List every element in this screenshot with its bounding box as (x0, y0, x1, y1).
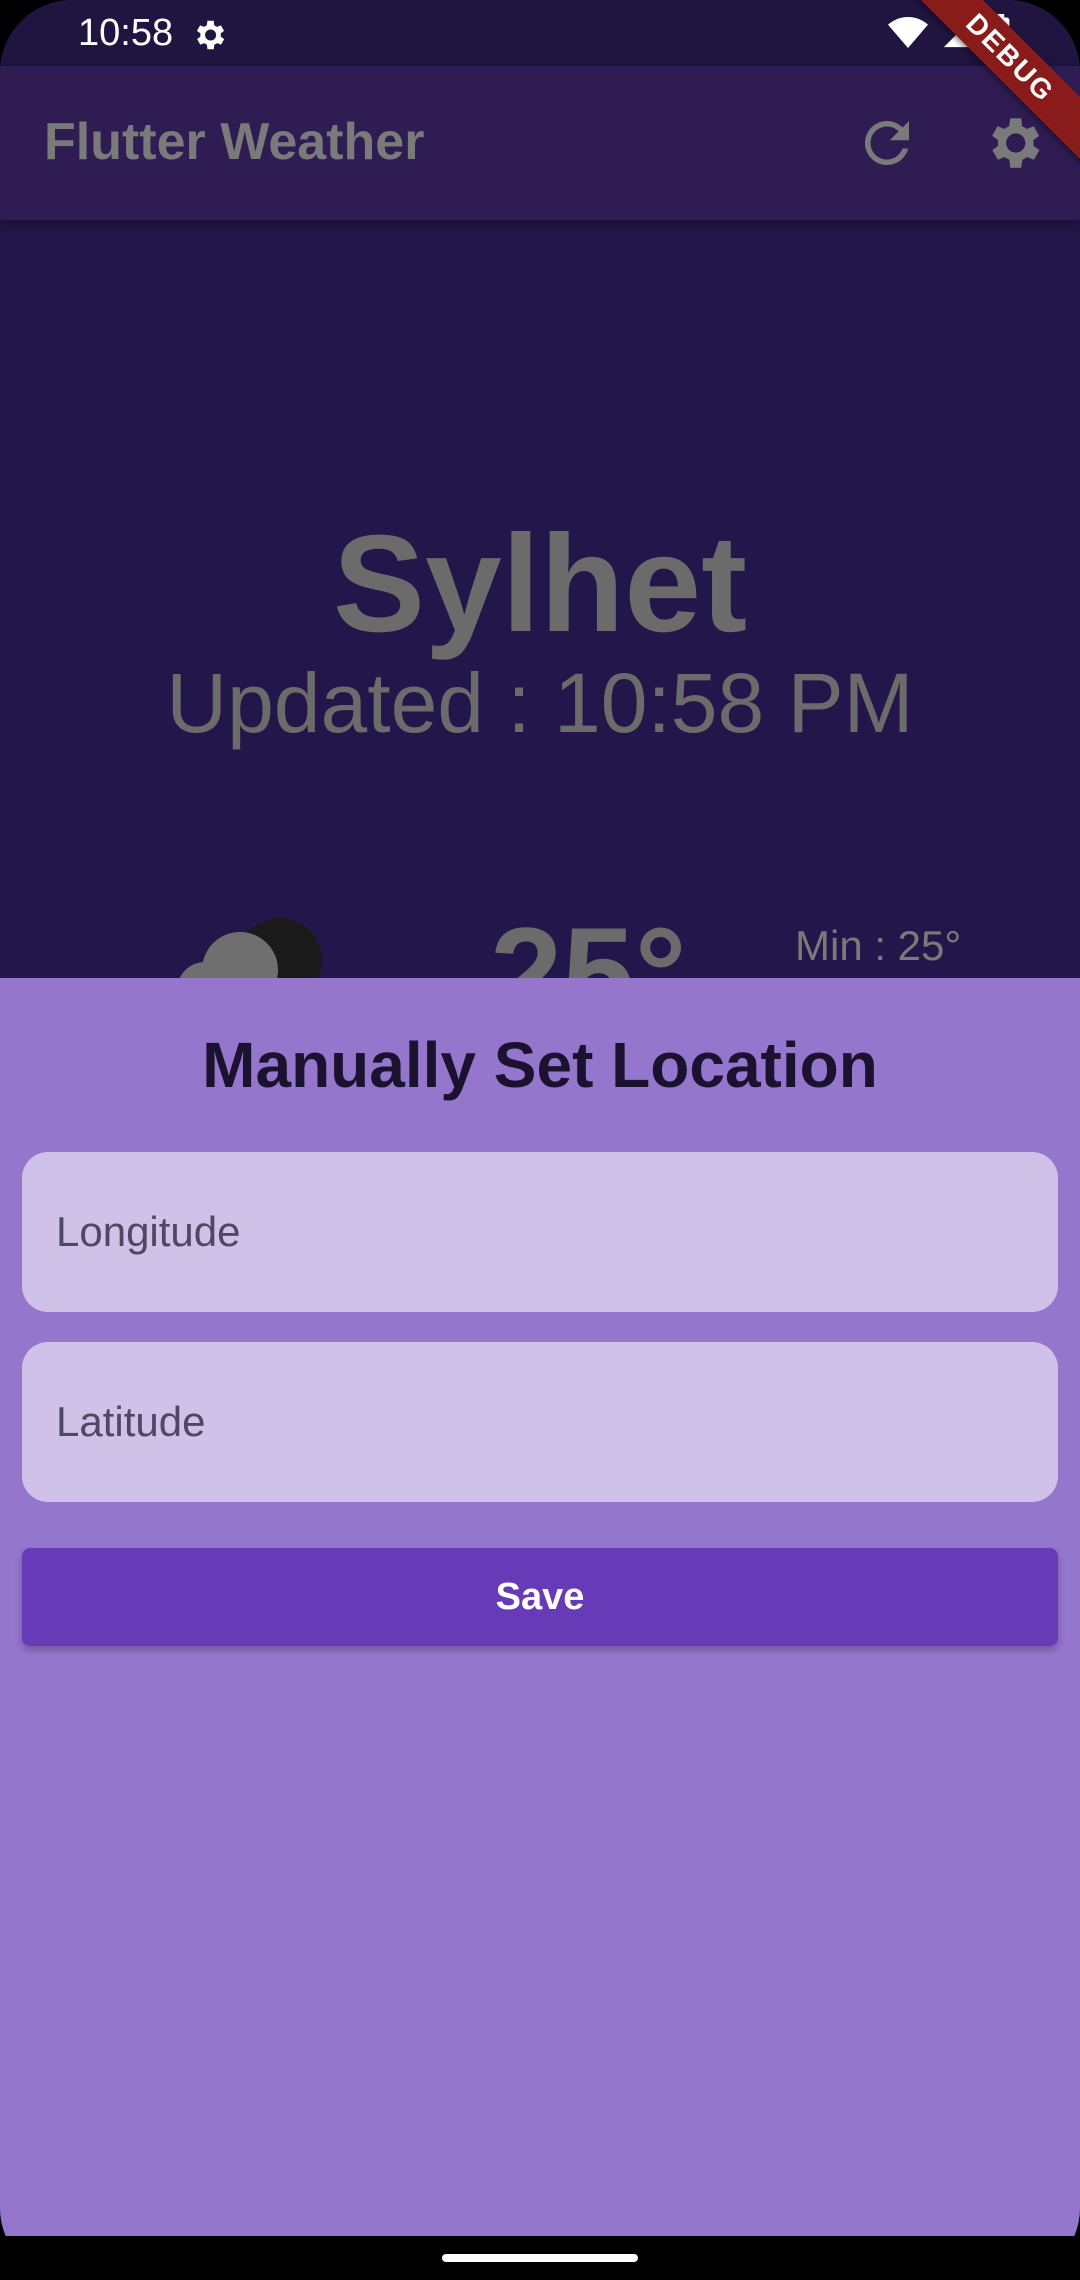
settings-icon (196, 20, 225, 50)
settings-icon[interactable] (980, 110, 1046, 176)
latitude-input[interactable] (22, 1342, 1058, 1502)
save-button[interactable]: Save (22, 1548, 1058, 1646)
sheet-title: Manually Set Location (202, 1029, 878, 1101)
updated-time: Updated : 10:58 PM (166, 656, 914, 750)
latitude-field[interactable] (22, 1342, 1058, 1502)
navigation-bar (0, 2236, 1080, 2280)
city-name: Sylhet (332, 507, 748, 661)
longitude-field[interactable] (22, 1152, 1058, 1312)
longitude-input[interactable] (22, 1152, 1058, 1312)
app-title: Flutter Weather (44, 113, 425, 171)
wifi-icon (888, 17, 928, 48)
app-bar: Flutter Weather (0, 66, 1080, 220)
location-sheet: Manually Set Location Save (0, 978, 1080, 2236)
home-gesture-handle[interactable] (442, 2254, 638, 2262)
status-time: 10:58 (78, 12, 174, 54)
refresh-icon[interactable] (854, 110, 920, 176)
phone-screen: 10:58 Flutter Weather DEBUG Sylhet Updat… (0, 0, 1080, 2280)
status-bar: 10:58 (0, 0, 1080, 66)
min-temperature: Min : 25° (795, 922, 962, 969)
